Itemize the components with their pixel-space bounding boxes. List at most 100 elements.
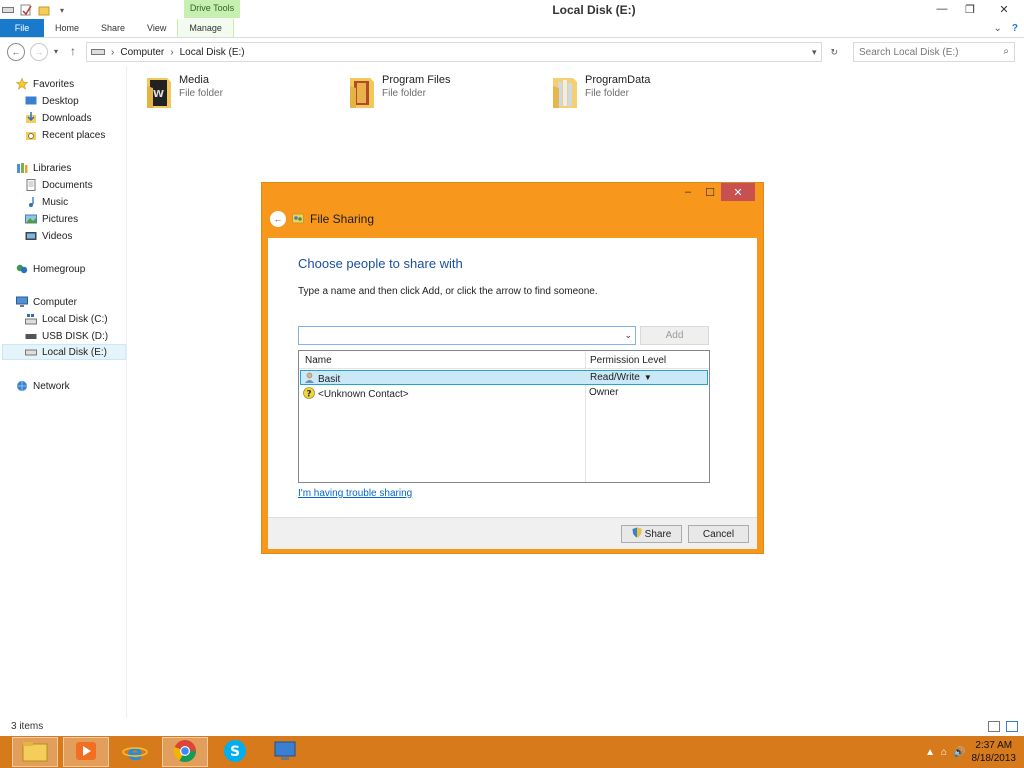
taskbar-internet-explorer[interactable]: e — [112, 737, 158, 767]
folder-item-program-files[interactable]: Program Files File folder — [348, 74, 450, 110]
cancel-button[interactable]: Cancel — [688, 525, 749, 543]
dialog-body: Choose people to share with Type a name … — [268, 238, 757, 517]
shield-icon — [632, 527, 642, 541]
share-button-label: Share — [644, 528, 672, 540]
sharing-list: Name Permission Level Basit Read/Write ▼… — [298, 350, 710, 483]
system-tray: ▲ ⌂ 🔊 2:37 AM 8/18/2013 — [925, 736, 1024, 768]
address-bar[interactable]: › Computer › Local Disk (E:) — [86, 42, 822, 62]
nav-favorites[interactable]: Favorites — [15, 76, 75, 92]
svg-text:W: W — [153, 89, 164, 100]
breadcrumb-computer[interactable]: Computer — [120, 47, 164, 58]
nav-homegroup-label: Homegroup — [33, 263, 86, 275]
large-icons-view-icon[interactable] — [1006, 721, 1018, 732]
volume-icon[interactable]: 🔊 — [953, 747, 965, 758]
libraries-icon — [16, 162, 28, 174]
dialog-title: File Sharing — [310, 212, 375, 226]
nav-favorites-label: Favorites — [33, 78, 75, 90]
minimize-icon[interactable]: – — [677, 183, 699, 201]
clock-time: 2:37 AM — [975, 740, 1013, 751]
trouble-sharing-link[interactable]: I'm having trouble sharing — [298, 488, 412, 499]
drive-icon — [91, 46, 105, 59]
dialog-heading: Choose people to share with — [298, 256, 463, 271]
network-icon — [16, 380, 28, 392]
remote-desktop-icon — [273, 740, 297, 765]
taskbar-chrome[interactable] — [162, 737, 208, 767]
tab-home[interactable]: Home — [44, 19, 90, 37]
nav-computer-label: Computer — [33, 296, 77, 308]
file-sharing-dialog: – ☐ ✕ ← File Sharing Choose people to sh… — [261, 182, 764, 554]
svg-text:e: e — [128, 741, 143, 763]
videos-icon — [25, 230, 37, 242]
tab-share[interactable]: Share — [90, 19, 136, 37]
tab-manage[interactable]: Manage — [177, 19, 234, 37]
taskbar-explorer[interactable] — [12, 737, 58, 767]
back-icon[interactable]: ← — [7, 43, 25, 61]
ribbon-tabs: File Home Share View Manage ⌄ ? — [0, 19, 1024, 38]
dialog-header: ← File Sharing — [270, 211, 374, 227]
skype-icon: S — [223, 739, 247, 766]
add-button[interactable]: Add — [640, 326, 709, 345]
nav-item-desktop[interactable]: Desktop — [25, 93, 79, 109]
search-icon[interactable]: ⌕ — [1003, 46, 1009, 57]
nav-item-usb-disk-d[interactable]: USB DISK (D:) — [25, 328, 108, 344]
taskbar-remote-desktop[interactable] — [262, 737, 308, 767]
nav-item-label: Desktop — [42, 95, 79, 107]
nav-item-documents[interactable]: Documents — [25, 177, 93, 193]
nav-item-downloads[interactable]: Downloads — [25, 110, 91, 126]
svg-text:S: S — [230, 744, 240, 760]
search-input[interactable]: Search Local Disk (E:) ⌕ — [853, 42, 1015, 62]
nav-item-videos[interactable]: Videos — [25, 228, 72, 244]
breadcrumb-local-disk-e[interactable]: Local Disk (E:) — [180, 47, 245, 58]
refresh-icon[interactable]: ↻ — [830, 47, 838, 58]
taskbar-skype[interactable]: S — [212, 737, 258, 767]
folder-item-programdata[interactable]: ProgramData File folder — [551, 74, 650, 110]
file-explorer-icon — [22, 740, 48, 765]
address-row: ← → ▾ ↑ › Computer › Local Disk (E:) ▾ ↻… — [0, 39, 1024, 65]
nav-item-pictures[interactable]: Pictures — [25, 211, 78, 227]
maximize-icon[interactable]: ☐ — [699, 183, 721, 201]
minimize-icon[interactable]: — — [928, 0, 956, 18]
address-history-icon[interactable]: ▾ — [812, 47, 817, 58]
nav-item-music[interactable]: Music — [25, 194, 68, 210]
chevron-down-icon[interactable]: ⌄ — [624, 330, 632, 341]
people-combo-input[interactable]: ⌄ — [298, 326, 636, 345]
details-view-icon[interactable] — [988, 721, 1000, 732]
documents-icon — [25, 179, 37, 191]
forward-icon[interactable]: → — [30, 43, 48, 61]
column-header-name[interactable]: Name — [305, 355, 332, 366]
up-icon[interactable]: ↑ — [70, 44, 76, 58]
tab-file[interactable]: File — [0, 19, 44, 37]
drive-icon — [25, 346, 37, 358]
table-row[interactable]: ? <Unknown Contact> Owner — [300, 386, 708, 401]
table-row[interactable]: Basit Read/Write ▼ — [300, 370, 708, 385]
clock[interactable]: 2:37 AM 8/18/2013 — [972, 739, 1017, 765]
recent-locations-icon[interactable]: ▾ — [54, 47, 58, 56]
restore-icon[interactable]: ❐ — [956, 0, 984, 18]
tab-view[interactable]: View — [136, 19, 177, 37]
back-icon[interactable]: ← — [270, 211, 286, 227]
item-count: 3 items — [11, 721, 44, 732]
nav-libraries[interactable]: Libraries — [16, 160, 71, 176]
nav-network[interactable]: Network — [16, 378, 70, 394]
network-status-icon[interactable]: ⌂ — [941, 747, 947, 758]
nav-item-recent-places[interactable]: Recent places — [25, 127, 105, 143]
taskbar-media-player[interactable] — [63, 737, 109, 767]
show-hidden-icons-icon[interactable]: ▲ — [925, 747, 935, 758]
help-icon[interactable]: ? — [1012, 19, 1018, 38]
folder-item-media[interactable]: W Media File folder — [145, 74, 223, 110]
nav-item-local-disk-e[interactable]: Local Disk (E:) — [2, 344, 126, 360]
downloads-icon — [25, 112, 37, 124]
windows-drive-icon — [25, 313, 37, 325]
expand-ribbon-icon[interactable]: ⌄ — [994, 19, 1002, 38]
taskbar: e S ▲ ⌂ 🔊 2:37 AM 8/18/2013 — [0, 736, 1024, 768]
nav-computer[interactable]: Computer — [16, 294, 77, 310]
column-header-permission[interactable]: Permission Level — [590, 355, 666, 366]
nav-homegroup[interactable]: Homegroup — [16, 261, 85, 277]
close-icon[interactable]: ✕ — [721, 183, 755, 201]
close-icon[interactable]: ✕ — [984, 0, 1024, 18]
permission-dropdown[interactable]: Read/Write ▼ — [590, 372, 652, 383]
nav-item-label: Documents — [42, 179, 93, 191]
nav-item-local-disk-c[interactable]: Local Disk (C:) — [25, 311, 108, 327]
share-button[interactable]: Share — [621, 525, 682, 543]
folder-name: Media — [179, 74, 209, 86]
